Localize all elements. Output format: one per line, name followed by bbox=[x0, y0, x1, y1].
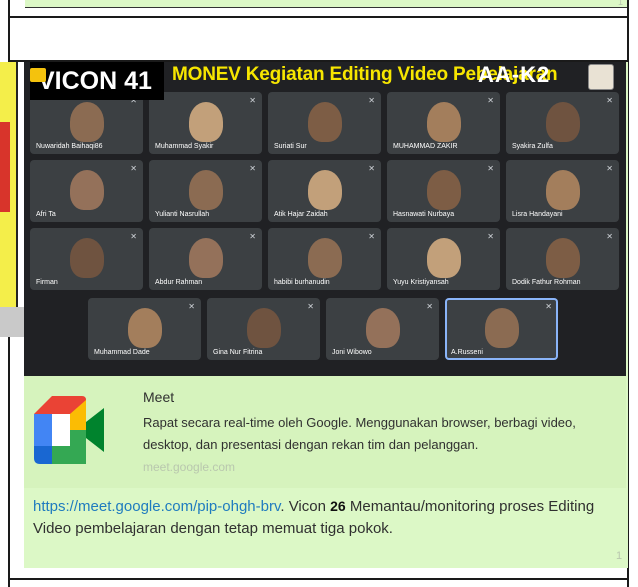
muted-mic-icon: ✕ bbox=[487, 232, 494, 241]
participant-tile[interactable]: ✕ Yuyu Kristiyansah bbox=[387, 228, 500, 290]
participant-video bbox=[484, 307, 519, 348]
participant-name: Muhammad Syakir bbox=[155, 143, 214, 150]
participant-video bbox=[545, 101, 580, 142]
participant-video bbox=[545, 169, 580, 210]
vicon-label: VICON 41 bbox=[30, 62, 164, 100]
link-preview-description: Rapat secara real-time oleh Google. Meng… bbox=[143, 415, 576, 452]
participant-tile[interactable]: ✕ Lisra Handayani bbox=[506, 160, 619, 222]
participant-name: A.Russeni bbox=[451, 349, 483, 356]
left-cropped-panel bbox=[0, 307, 25, 337]
participant-tile[interactable]: ✕ MUHAMMAD ZAKIR bbox=[387, 92, 500, 154]
muted-mic-icon: ✕ bbox=[545, 302, 552, 311]
participant-video bbox=[426, 237, 461, 278]
participant-video bbox=[307, 237, 342, 278]
participant-video bbox=[307, 101, 342, 142]
participant-video bbox=[188, 169, 223, 210]
participant-tile[interactable]: ✕ habibi burhanudin bbox=[268, 228, 381, 290]
participant-tile[interactable]: ✕ Joni Wibowo bbox=[326, 298, 439, 360]
participant-video bbox=[246, 307, 281, 348]
muted-mic-icon: ✕ bbox=[368, 164, 375, 173]
participant-name: Dodik Fathur Rohman bbox=[512, 279, 581, 286]
participant-video bbox=[69, 169, 104, 210]
participant-tile[interactable]: ✕ Suriati Sur bbox=[268, 92, 381, 154]
participant-name: Gina Nur Fitrina bbox=[213, 349, 263, 356]
participant-name: Nuwaridah Baihaqi86 bbox=[36, 143, 103, 150]
muted-mic-icon: ✕ bbox=[130, 164, 137, 173]
participant-name: MUHAMMAD ZAKIR bbox=[393, 143, 458, 150]
table-row-divider-1 bbox=[8, 16, 629, 18]
message-time: 1 bbox=[616, 550, 623, 562]
participant-tile[interactable]: ✕ Hasnawati Nurbaya bbox=[387, 160, 500, 222]
participant-tile[interactable]: ✕ Yulianti Nasrullah bbox=[149, 160, 262, 222]
muted-mic-icon: ✕ bbox=[188, 302, 195, 311]
participant-video bbox=[307, 169, 342, 210]
muted-mic-icon: ✕ bbox=[487, 96, 494, 105]
message-text-part-1: . Vicon bbox=[280, 498, 331, 515]
participant-name: Joni Wibowo bbox=[332, 349, 372, 356]
participant-name: Suriati Sur bbox=[274, 143, 307, 150]
participant-tile[interactable]: ✕ Syakira Zulfa bbox=[506, 92, 619, 154]
participant-tile[interactable]: ✕ Abdur Rahman bbox=[149, 228, 262, 290]
participant-name: Abdur Rahman bbox=[155, 279, 203, 286]
link-preview-title: Meet bbox=[143, 389, 175, 405]
participant-name: habibi burhanudin bbox=[274, 279, 330, 286]
muted-mic-icon: ✕ bbox=[249, 164, 256, 173]
muted-mic-icon: ✕ bbox=[307, 302, 314, 311]
participant-name: Muhammad Dade bbox=[94, 349, 150, 356]
link-preview-domain: meet.google.com bbox=[143, 460, 236, 474]
participant-name: Lisra Handayani bbox=[512, 211, 563, 218]
muted-mic-icon: ✕ bbox=[487, 164, 494, 173]
previous-message-strip bbox=[25, 0, 627, 8]
participant-video bbox=[545, 237, 580, 278]
participant-tile[interactable]: ✕ Nuwaridah Baihaqi86 bbox=[30, 92, 143, 154]
table-row-divider-3 bbox=[8, 578, 629, 580]
presentation-icon bbox=[30, 68, 46, 82]
previous-message-time: 1 bbox=[618, 0, 624, 7]
participant-tile[interactable]: ✕ Afri Ta bbox=[30, 160, 143, 222]
muted-mic-icon: ✕ bbox=[368, 96, 375, 105]
muted-mic-icon: ✕ bbox=[249, 96, 256, 105]
participant-video bbox=[426, 101, 461, 142]
message-text: https://meet.google.com/pip-ohgh-brv. Vi… bbox=[33, 495, 629, 540]
muted-mic-icon: ✕ bbox=[130, 232, 137, 241]
participant-tile[interactable]: ✕ Firman bbox=[30, 228, 143, 290]
meet-link[interactable]: https://meet.google.com/pip-ohgh-brv bbox=[33, 498, 280, 515]
participant-video bbox=[69, 237, 104, 278]
vicon-number: 26 bbox=[330, 498, 346, 514]
left-cropped-image bbox=[0, 62, 18, 307]
meeting-code: AA-K2 bbox=[478, 62, 551, 87]
muted-mic-icon: ✕ bbox=[368, 232, 375, 241]
muted-mic-icon: ✕ bbox=[606, 164, 613, 173]
participant-tile[interactable]: ✕ Gina Nur Fitrina bbox=[207, 298, 320, 360]
participant-video bbox=[426, 169, 461, 210]
participant-video bbox=[127, 307, 162, 348]
participant-video bbox=[188, 101, 223, 142]
muted-mic-icon: ✕ bbox=[426, 302, 433, 311]
google-meet-logo-icon bbox=[34, 396, 104, 464]
participant-tile[interactable]: ✕ Muhammad Dade bbox=[88, 298, 201, 360]
participant-name: Yuyu Kristiyansah bbox=[393, 279, 449, 286]
video-call-screenshot[interactable]: ✕ Nuwaridah Baihaqi86 ✕ Muhammad Syakir ✕ Sur… bbox=[24, 62, 626, 376]
participant-tile[interactable]: ✕ A.Russeni bbox=[445, 298, 558, 360]
muted-mic-icon: ✕ bbox=[606, 96, 613, 105]
participant-name: Afri Ta bbox=[36, 211, 56, 218]
participant-name: Firman bbox=[36, 279, 58, 286]
participant-video bbox=[69, 101, 104, 142]
participant-name: Atik Hajar Zaidah bbox=[274, 211, 328, 218]
participant-name: Yulianti Nasrullah bbox=[155, 211, 210, 218]
participant-tile[interactable]: ✕ Muhammad Syakir bbox=[149, 92, 262, 154]
participant-name: Hasnawati Nurbaya bbox=[393, 211, 455, 218]
participant-tile[interactable]: ✕ Atik Hajar Zaidah bbox=[268, 160, 381, 222]
participant-video bbox=[365, 307, 400, 348]
participant-name: Syakira Zulfa bbox=[512, 143, 553, 150]
muted-mic-icon: ✕ bbox=[606, 232, 613, 241]
host-avatar bbox=[588, 64, 614, 90]
muted-mic-icon: ✕ bbox=[249, 232, 256, 241]
participant-tile[interactable]: ✕ Dodik Fathur Rohman bbox=[506, 228, 619, 290]
participant-video bbox=[188, 237, 223, 278]
